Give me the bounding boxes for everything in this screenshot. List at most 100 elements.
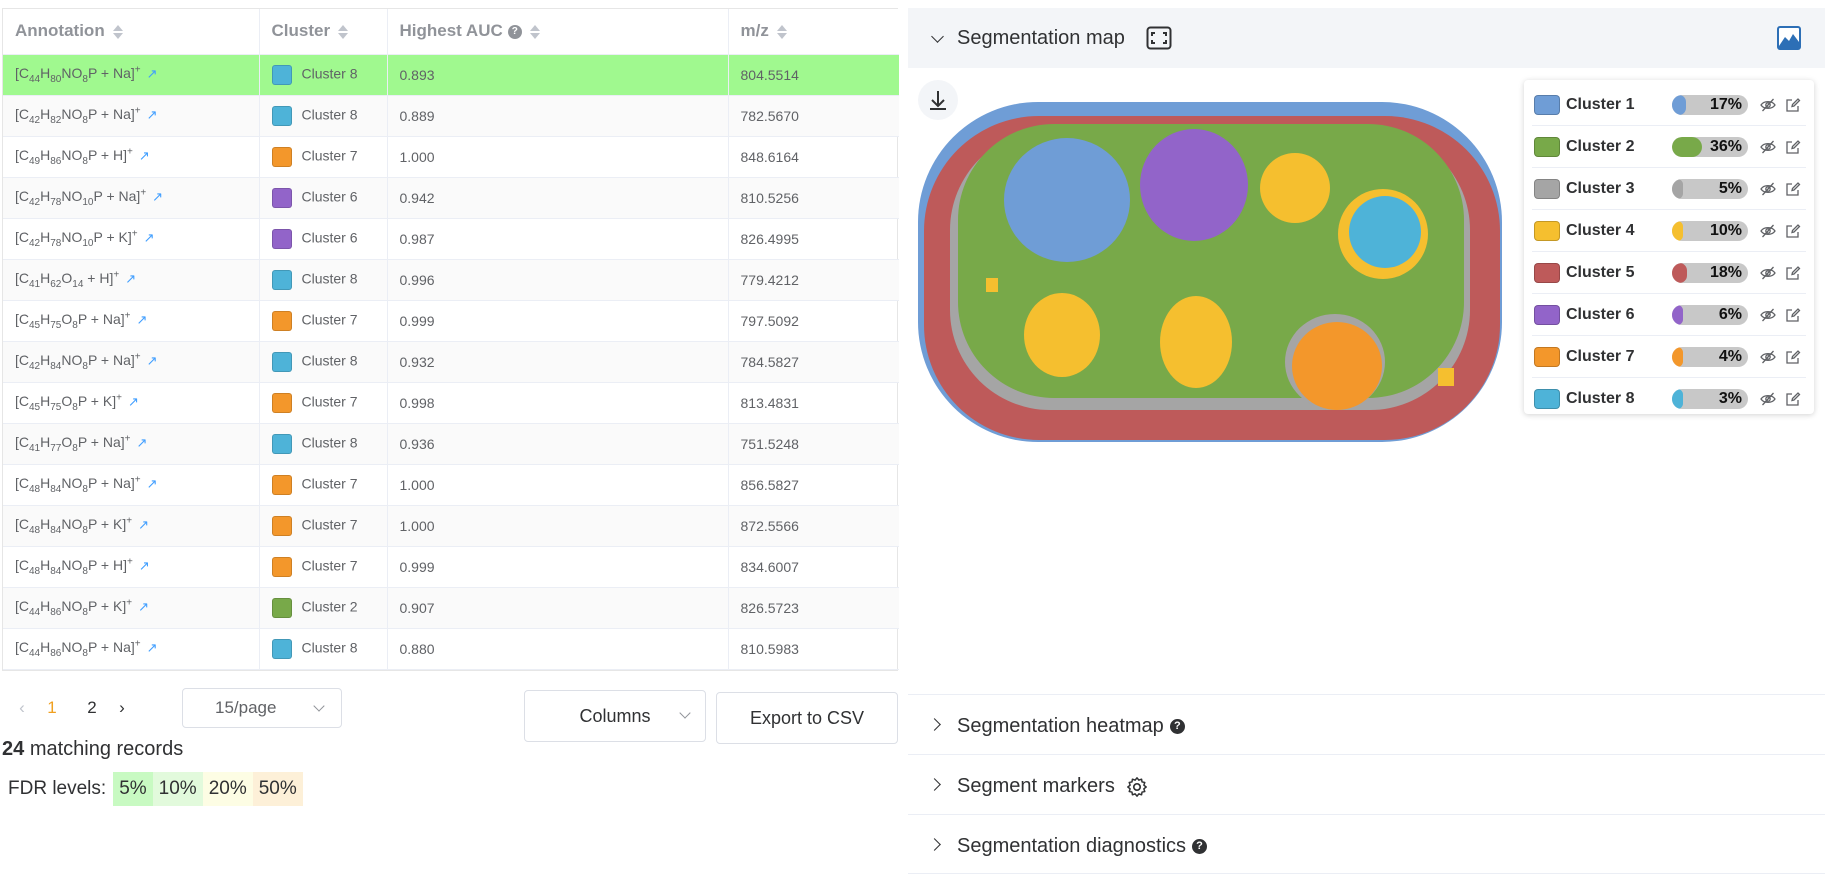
formula-part: [C <box>15 105 29 122</box>
fullscreen-icon[interactable] <box>1146 26 1172 50</box>
edit-icon[interactable] <box>1785 139 1801 155</box>
edit-icon[interactable] <box>1785 97 1801 113</box>
cluster-color-swatch[interactable] <box>1534 389 1560 409</box>
external-link-icon[interactable]: ↗ <box>128 394 139 409</box>
edit-icon[interactable] <box>1785 307 1801 323</box>
table-row[interactable]: [C42H78NO10P + Na]+ ↗ Cluster 6 0.942 810.52… <box>3 177 899 219</box>
external-link-icon[interactable]: ↗ <box>152 189 163 204</box>
gear-icon[interactable] <box>1126 776 1148 798</box>
external-link-icon[interactable]: ↗ <box>139 558 150 573</box>
external-link-icon[interactable]: ↗ <box>147 640 158 655</box>
table-row[interactable]: [C42H82NO8P + Na]+ ↗ Cluster 8 0.889 782.567… <box>3 95 899 137</box>
segment-markers-section[interactable]: Segment markers <box>908 754 1825 814</box>
column-header-annotation[interactable]: Annotation <box>3 9 260 55</box>
external-link-icon[interactable]: ↗ <box>138 599 149 614</box>
external-link-icon[interactable]: ↗ <box>147 107 158 122</box>
cluster-color-swatch <box>271 64 292 85</box>
sort-icon[interactable] <box>112 24 123 40</box>
chart-image-icon[interactable] <box>1777 26 1801 50</box>
formula-part: 49 <box>29 155 41 167</box>
external-link-icon[interactable]: ↗ <box>138 517 149 532</box>
page-2-button[interactable]: 2 <box>72 698 112 718</box>
next-page-button[interactable]: › <box>112 698 132 718</box>
table-row[interactable]: [C45H75O8P + Na]+ ↗ Cluster 7 0.999 797.5092 <box>3 300 899 342</box>
sort-icon[interactable] <box>338 24 349 40</box>
table-row[interactable]: [C41H77O8P + Na]+ ↗ Cluster 8 0.936 751.5248 <box>3 423 899 465</box>
external-link-icon[interactable]: ↗ <box>144 230 155 245</box>
table-row[interactable]: [C42H78NO10P + K]+ ↗ Cluster 6 0.987 826.499… <box>3 218 899 260</box>
table-row[interactable]: [C45H75O8P + K]+ ↗ Cluster 7 0.998 813.4831 <box>3 382 899 424</box>
edit-icon[interactable] <box>1785 391 1801 407</box>
visibility-off-icon[interactable] <box>1760 307 1776 323</box>
visibility-off-icon[interactable] <box>1760 181 1776 197</box>
external-link-icon[interactable]: ↗ <box>147 66 158 81</box>
cluster-label: Cluster 7 <box>301 393 358 410</box>
prev-page-button[interactable]: ‹ <box>12 698 32 718</box>
formula-part: P + K] <box>77 392 117 409</box>
segmentation-diagnostics-section[interactable]: Segmentation diagnostics? <box>908 814 1825 874</box>
external-link-icon[interactable]: ↗ <box>137 435 148 450</box>
table-row[interactable]: [C44H80NO8P + Na]+ ↗ Cluster 8 0.893 804.551… <box>3 54 899 96</box>
table-row[interactable]: [C48H84NO8P + K]+ ↗ Cluster 7 1.000 872.5566 <box>3 505 899 547</box>
chevron-right-icon[interactable] <box>928 778 941 791</box>
table-row[interactable]: [C44H86NO8P + K]+ ↗ Cluster 2 0.907 826.5723 <box>3 587 899 629</box>
edit-icon[interactable] <box>1785 223 1801 239</box>
visibility-off-icon[interactable] <box>1760 139 1776 155</box>
external-link-icon[interactable]: ↗ <box>139 148 150 163</box>
cluster-cell: Cluster 8 <box>259 341 388 383</box>
segmentation-heatmap-section[interactable]: Segmentation heatmap? <box>908 694 1825 754</box>
auc-cell: 0.998 <box>387 382 729 424</box>
cluster-legend: Cluster 1 17% Cluster 2 36% Cluster 3 5% Clust… <box>1524 80 1814 414</box>
cluster-color-swatch[interactable] <box>1534 94 1560 115</box>
visibility-off-icon[interactable] <box>1760 349 1776 365</box>
column-header-mz[interactable]: m/z <box>728 9 899 55</box>
table-row[interactable]: [C41H62O14 + H]+ ↗ Cluster 8 0.996 779.4212 <box>3 259 899 301</box>
external-link-icon[interactable]: ↗ <box>147 353 158 368</box>
page-1-button[interactable]: 1 <box>32 698 72 718</box>
visibility-off-icon[interactable] <box>1760 223 1776 239</box>
chevron-right-icon[interactable] <box>928 718 941 731</box>
edit-icon[interactable] <box>1785 265 1801 281</box>
chevron-down-icon[interactable] <box>931 30 944 43</box>
external-link-icon[interactable]: ↗ <box>147 476 158 491</box>
cluster-percentage-bar: 6% <box>1672 304 1748 325</box>
segmentation-map-header[interactable]: Segmentation map <box>908 8 1825 68</box>
cluster-label: Cluster 6 <box>301 229 358 246</box>
table-row[interactable]: [C44H86NO8P + Na]+ ↗ Cluster 8 0.880 810.598… <box>3 628 899 670</box>
edit-icon[interactable] <box>1785 181 1801 197</box>
segmentation-map-image[interactable] <box>910 100 1520 460</box>
table-row[interactable]: [C49H86NO8P + H]+ ↗ Cluster 7 1.000 848.6164 <box>3 136 899 178</box>
help-icon[interactable]: ? <box>1192 839 1208 855</box>
table-row[interactable]: [C42H84NO8P + Na]+ ↗ Cluster 8 0.932 784.582… <box>3 341 899 383</box>
column-header-auc[interactable]: Highest AUC? <box>387 9 729 55</box>
cluster-color-swatch[interactable] <box>1534 220 1560 241</box>
visibility-off-icon[interactable] <box>1760 391 1776 407</box>
sort-icon[interactable] <box>529 24 540 40</box>
cluster-color-swatch[interactable] <box>1534 346 1560 367</box>
mz-cell: 848.6164 <box>728 136 899 178</box>
help-icon[interactable]: ? <box>1169 719 1185 735</box>
visibility-off-icon[interactable] <box>1760 265 1776 281</box>
cluster-label: Cluster 2 <box>301 598 358 615</box>
external-link-icon[interactable]: ↗ <box>125 271 136 286</box>
formula-part: H <box>40 433 51 450</box>
column-header-cluster[interactable]: Cluster <box>259 9 388 55</box>
edit-icon[interactable] <box>1785 349 1801 365</box>
formula-part: [C <box>15 433 29 450</box>
columns-button[interactable]: Columns <box>524 690 706 742</box>
visibility-off-icon[interactable] <box>1760 97 1776 113</box>
formula-part: + <box>134 474 141 486</box>
cluster-color-swatch[interactable] <box>1534 178 1560 199</box>
table-row[interactable]: [C48H84NO8P + Na]+ ↗ Cluster 7 1.000 856.582… <box>3 464 899 506</box>
cluster-color-swatch[interactable] <box>1534 136 1560 157</box>
help-icon[interactable]: ? <box>507 24 522 39</box>
table-row[interactable]: [C48H84NO8P + H]+ ↗ Cluster 7 0.999 834.6007 <box>3 546 899 588</box>
chevron-right-icon[interactable] <box>928 838 941 851</box>
external-link-icon[interactable]: ↗ <box>137 312 148 327</box>
page-size-select[interactable]: 15/page <box>182 688 342 728</box>
cluster-color-swatch[interactable] <box>1534 304 1560 325</box>
cluster-cell: Cluster 8 <box>259 423 388 465</box>
cluster-color-swatch[interactable] <box>1534 262 1560 283</box>
export-csv-button[interactable]: Export to CSV <box>716 692 898 744</box>
sort-icon[interactable] <box>776 24 787 40</box>
